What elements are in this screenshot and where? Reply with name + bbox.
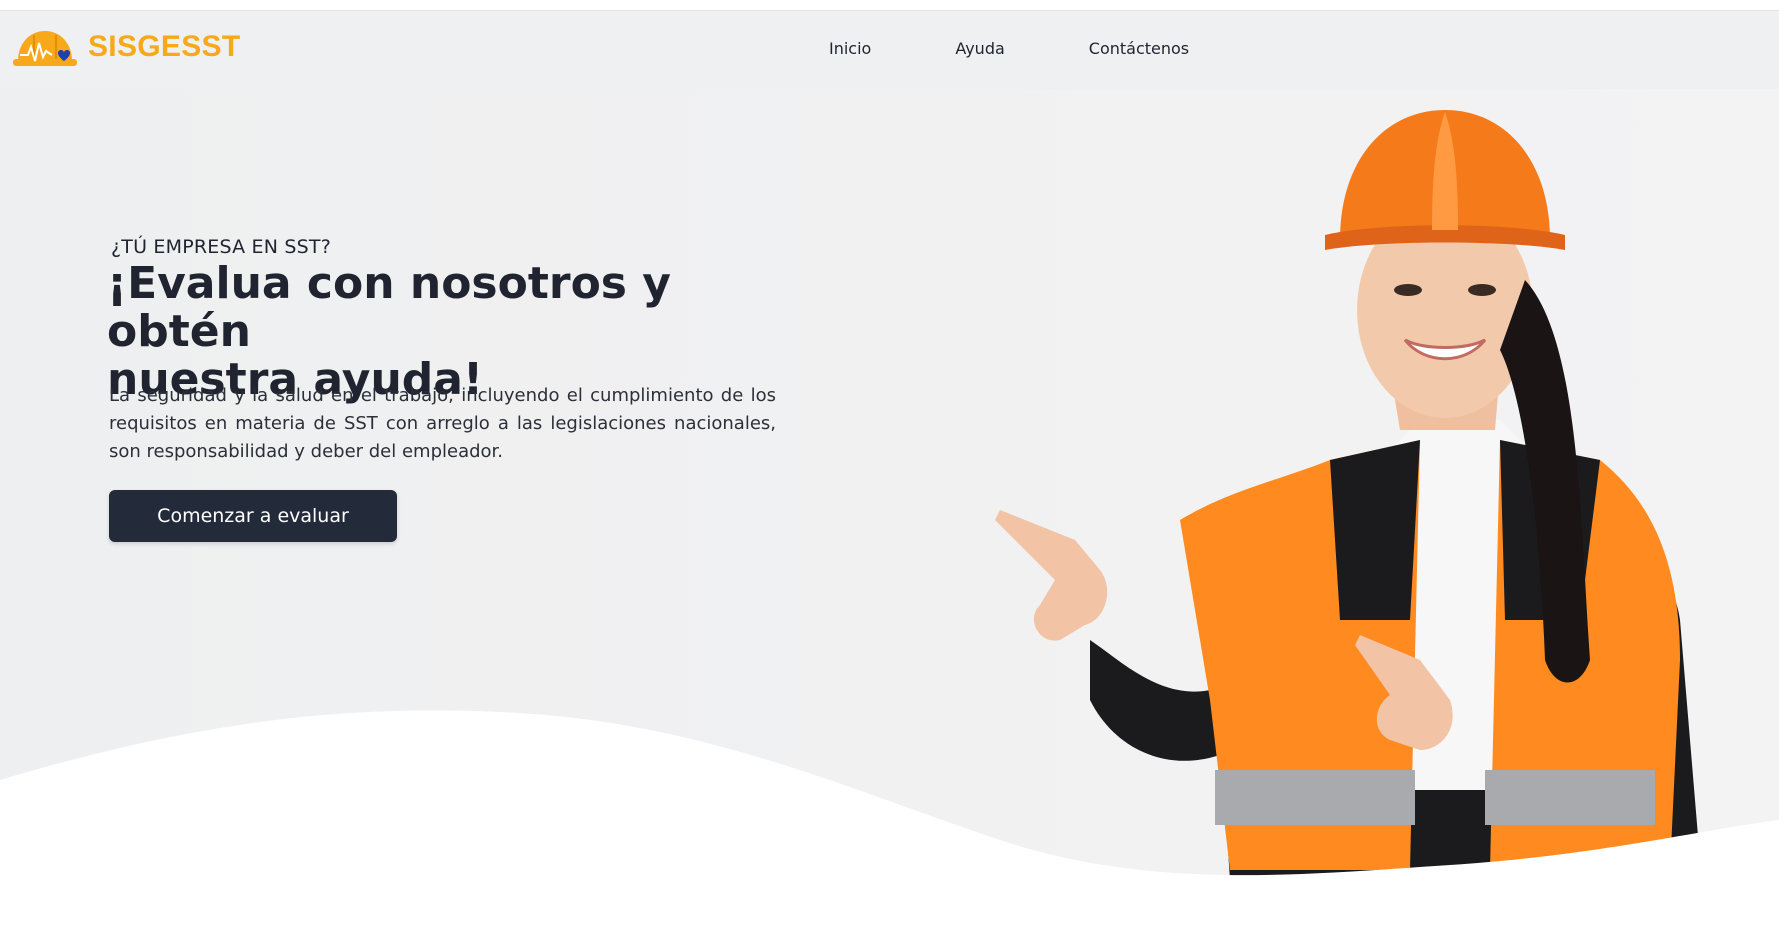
brand-name: SISGESST — [88, 30, 241, 63]
nav-link-ayuda[interactable]: Ayuda — [955, 39, 1004, 58]
hero-headline-line1: ¡Evalua con nosotros y obtén — [107, 258, 671, 357]
nav-link-inicio[interactable]: Inicio — [829, 39, 871, 58]
hardhat-logo-icon — [13, 31, 77, 66]
start-evaluation-button[interactable]: Comenzar a evaluar — [109, 490, 397, 542]
brand-link[interactable]: SISGESST — [12, 25, 240, 69]
site-header: SISGESST Inicio Ayuda Contáctenos — [0, 11, 1779, 89]
hero-eyebrow: ¿TÚ EMPRESA EN SST? — [111, 236, 332, 258]
main-nav: Inicio Ayuda Contáctenos — [829, 39, 1189, 58]
browser-top-strip — [0, 0, 1779, 11]
hero-description: La seguridad y la salud en el trabajo, i… — [109, 385, 776, 462]
hero-bottom-wave — [0, 710, 1779, 925]
nav-link-contactenos[interactable]: Contáctenos — [1089, 39, 1189, 58]
page: SISGESST Inicio Ayuda Contáctenos ¿TÚ EM… — [0, 0, 1779, 925]
